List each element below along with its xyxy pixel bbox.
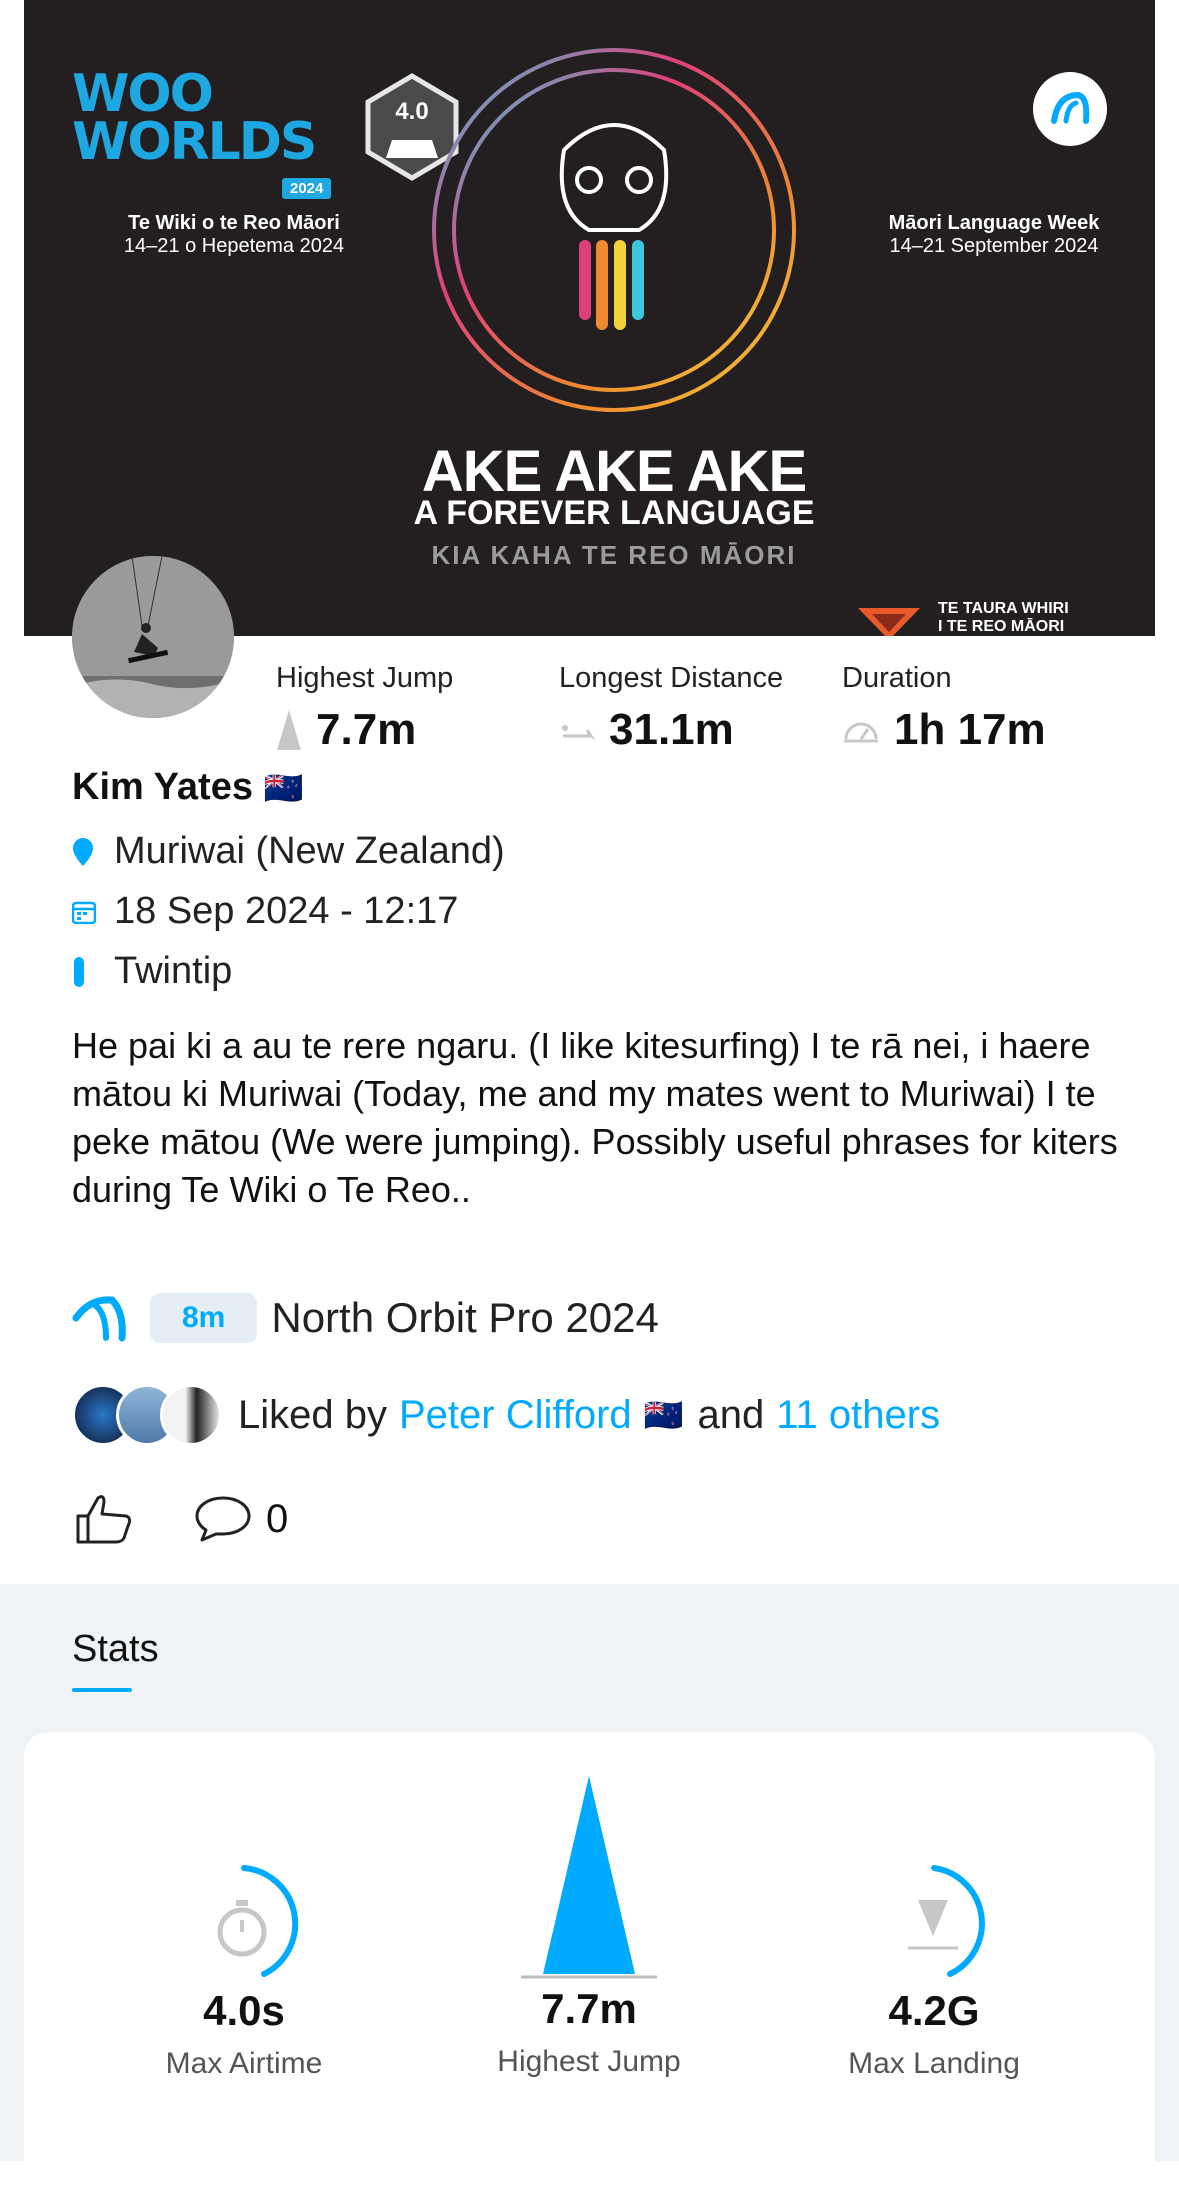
stat-label: Highest Jump bbox=[497, 2045, 681, 2078]
maori-art-circle bbox=[424, 40, 804, 420]
left-event-date: 14–21 o Hepetema 2024 bbox=[123, 235, 345, 257]
stats-card: 4.0s Max Airtime 7.7m Highest Jump 4.2G … bbox=[24, 1732, 1155, 2192]
avatar[interactable] bbox=[72, 556, 234, 718]
right-event-caption: Māori Language Week 14–21 September 2024 bbox=[844, 212, 1144, 258]
liked-by-prefix: Liked by bbox=[238, 1392, 387, 1437]
stat-value: 4.2G bbox=[888, 1987, 980, 2034]
calendar-icon bbox=[72, 901, 96, 924]
stat-label: Max Landing bbox=[848, 2047, 1020, 2080]
stat-value: 1h 17m bbox=[894, 705, 1046, 754]
stat-value: 7.7m bbox=[541, 1985, 637, 2032]
kite-name: North Orbit Pro 2024 bbox=[271, 1294, 659, 1341]
left-event-caption: Te Wiki o te Reo Māori 14–21 o Hepetema … bbox=[84, 212, 384, 258]
kiter-photo bbox=[72, 556, 234, 718]
tab-stats[interactable]: Stats bbox=[72, 1628, 159, 1671]
board-text: Twintip bbox=[114, 950, 233, 992]
location-pin-icon bbox=[73, 837, 93, 866]
top-stat-longest-distance: Longest Distance 31.1m bbox=[559, 662, 783, 755]
liker-name-link[interactable]: Peter Clifford bbox=[399, 1393, 632, 1438]
jump-icon bbox=[277, 710, 301, 750]
kite-equipment[interactable]: 8m North Orbit Pro 2024 bbox=[72, 1290, 659, 1346]
logo-line2: WORLDS bbox=[72, 112, 317, 172]
right-event-date: 14–21 September 2024 bbox=[889, 235, 1099, 257]
woo-app-button[interactable] bbox=[1033, 72, 1107, 146]
other-likers-link[interactable]: 11 others bbox=[776, 1393, 940, 1438]
twintip-board-icon bbox=[74, 956, 84, 987]
like-thumb-icon[interactable] bbox=[72, 1492, 134, 1546]
session-location[interactable]: Muriwai (New Zealand) bbox=[72, 830, 505, 873]
action-bar: 0 bbox=[72, 1492, 288, 1546]
top-stat-duration: Duration 1h 17m bbox=[842, 662, 1046, 755]
stat-value: 31.1m bbox=[609, 705, 734, 754]
comment-button[interactable]: 0 bbox=[194, 1494, 288, 1544]
session-description: He pai ki a au te rere ngaru. (I like ki… bbox=[72, 1025, 1118, 1210]
kite-size-badge: 8m bbox=[150, 1293, 258, 1343]
user-name-text: Kim Yates bbox=[72, 766, 253, 808]
tab-stats-indicator bbox=[72, 1688, 132, 1692]
airtime-gauge bbox=[217, 1865, 299, 1977]
jump-triangle-graphic bbox=[521, 1776, 657, 1979]
stat-value: 7.7m bbox=[316, 705, 417, 754]
woo-worlds-logo: WOO WORLDS 2024 bbox=[72, 64, 332, 200]
triangle-logo-icon bbox=[858, 608, 920, 636]
stat-value: 4.0s bbox=[203, 1987, 285, 2034]
location-text: Muriwai (New Zealand) bbox=[114, 830, 505, 872]
woo-logo-icon bbox=[1051, 91, 1090, 124]
logo-year: 2024 bbox=[282, 178, 332, 199]
stat-label: Highest Jump bbox=[276, 662, 454, 694]
top-stat-highest-jump: Highest Jump 7.7m bbox=[276, 662, 453, 755]
org-line1: TE TAURA WHIRI bbox=[938, 600, 1069, 617]
tiki-emblem-icon bbox=[432, 48, 796, 412]
stat-max-landing: 4.2G Max Landing bbox=[784, 1862, 1084, 2081]
stat-highest-jump: 7.7m Highest Jump bbox=[439, 1774, 739, 2079]
stat-label: Max Airtime bbox=[165, 2047, 323, 2080]
stat-label: Duration bbox=[842, 662, 952, 694]
banner-tagline: KIA KAHA TE REO MĀORI bbox=[431, 540, 797, 570]
session-board: Twintip bbox=[72, 950, 232, 993]
distance-icon bbox=[562, 725, 595, 740]
liked-by-row[interactable]: Liked by Peter Clifford 🇳🇿 and 11 others bbox=[72, 1384, 940, 1446]
datetime-text: 18 Sep 2024 - 12:17 bbox=[114, 890, 459, 932]
left-event-title: Te Wiki o te Reo Māori bbox=[128, 212, 340, 234]
landing-gauge bbox=[908, 1865, 985, 1977]
kite-icon bbox=[72, 1296, 126, 1342]
user-name[interactable]: Kim Yates 🇳🇿 bbox=[72, 766, 303, 809]
banner-subheadline: A FOREVER LANGUAGE bbox=[413, 494, 815, 532]
stat-max-airtime: 4.0s Max Airtime bbox=[94, 1862, 394, 2081]
liked-by-joiner: and bbox=[697, 1392, 765, 1437]
org-line2: I TE REO MĀORI bbox=[938, 618, 1065, 635]
comment-bubble-icon bbox=[195, 1496, 251, 1542]
session-banner-image: WOO WORLDS 2024 Te Wiki o te Reo Māori 1… bbox=[24, 0, 1155, 636]
nz-flag-icon: 🇳🇿 bbox=[643, 1397, 684, 1433]
te-taura-whiri-logo: TE TAURA WHIRI I TE REO MĀORI bbox=[854, 600, 1154, 636]
duration-icon bbox=[844, 722, 878, 743]
session-datetime: 18 Sep 2024 - 12:17 bbox=[72, 890, 458, 933]
comment-count: 0 bbox=[266, 1496, 289, 1541]
nz-flag-icon: 🇳🇿 bbox=[263, 770, 304, 806]
stat-label: Longest Distance bbox=[559, 662, 784, 694]
logo-line1: WOO bbox=[72, 64, 214, 124]
right-event-title: Māori Language Week bbox=[888, 212, 1100, 234]
liker-avatar bbox=[160, 1384, 222, 1446]
